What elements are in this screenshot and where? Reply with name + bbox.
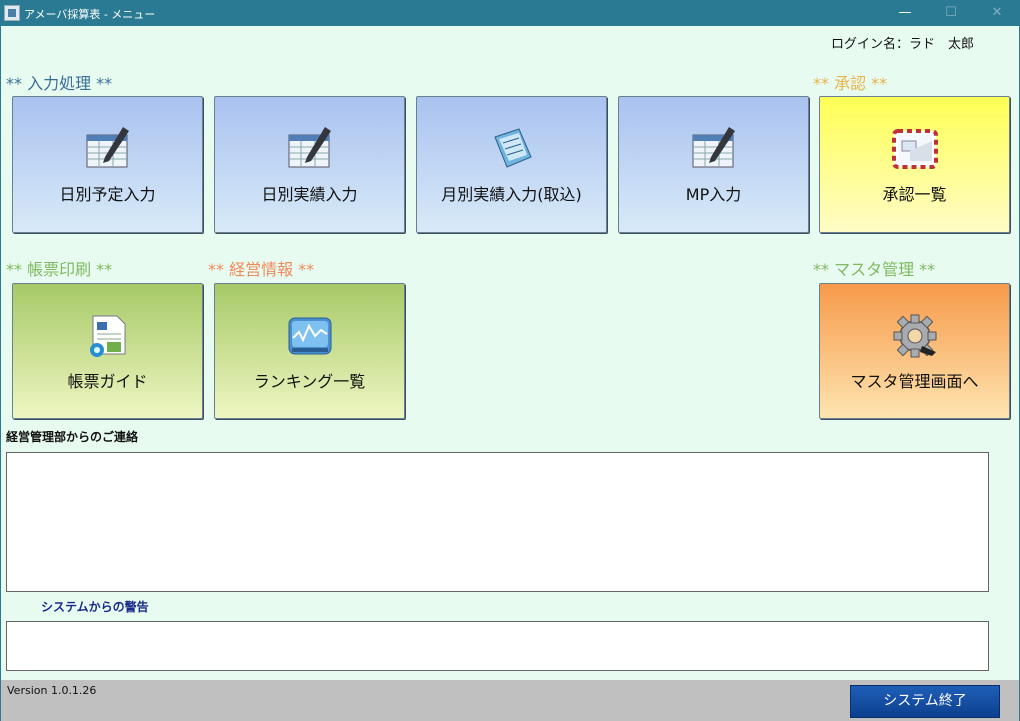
chart-graph-icon xyxy=(288,317,332,355)
minimize-button[interactable]: — xyxy=(882,0,928,26)
monthly-result-import-button[interactable]: 月別実績入力(取込) xyxy=(416,96,607,233)
close-button[interactable]: ✕ xyxy=(974,0,1020,26)
tile-label: 承認一覧 xyxy=(882,185,947,204)
tile-label: 帳票ガイド xyxy=(67,372,148,391)
login-name: ログイン名：ラド 太郎 xyxy=(831,37,975,52)
section-input-heading: ** 入力処理 ** xyxy=(6,74,113,93)
airmail-envelope-icon xyxy=(892,129,938,169)
main-panel: ログイン名：ラド 太郎 ** 入力処理 ** ** 承認 ** ** 帳票印刷 … xyxy=(1,26,1019,680)
messages-textbox[interactable] xyxy=(6,452,989,592)
exit-system-button[interactable]: システム終了 xyxy=(850,685,1000,718)
version-label: Version 1.0.1.26 xyxy=(7,684,97,697)
section-report-heading: ** 帳票印刷 ** xyxy=(6,260,113,279)
maximize-button[interactable]: ☐ xyxy=(928,0,974,26)
window-title: アメーバ採算表 - メニュー xyxy=(24,8,156,21)
section-mgmt-heading: ** 経営情報 ** xyxy=(208,260,315,279)
report-guide-button[interactable]: 帳票ガイド xyxy=(12,283,203,419)
warnings-textbox[interactable] xyxy=(6,621,989,671)
tile-label: 日別実績入力 xyxy=(261,185,358,204)
approval-list-button[interactable]: 承認一覧 xyxy=(819,96,1010,233)
tile-label: MP入力 xyxy=(685,185,742,204)
section-approve-heading: ** 承認 ** xyxy=(813,74,888,93)
document-import-icon xyxy=(494,128,532,168)
report-document-icon xyxy=(90,315,126,357)
section-master-heading: ** マスタ管理 ** xyxy=(813,260,936,279)
tile-label: 月別実績入力(取込) xyxy=(441,185,582,204)
tile-label: マスタ管理画面へ xyxy=(850,372,979,391)
mp-input-button[interactable]: MP入力 xyxy=(618,96,809,233)
daily-result-input-button[interactable]: 日別実績入力 xyxy=(214,96,405,233)
messages-label: 経営管理部からのご連絡 xyxy=(6,430,139,444)
spreadsheet-pencil-icon xyxy=(86,127,129,168)
spreadsheet-pencil-icon xyxy=(288,127,331,168)
gear-icon xyxy=(893,314,937,358)
warnings-label: システムからの警告 xyxy=(41,600,149,614)
ranking-list-button[interactable]: ランキング一覧 xyxy=(214,283,405,419)
master-management-button[interactable]: マスタ管理画面へ xyxy=(819,283,1010,419)
status-footer: Version 1.0.1.26 システム終了 xyxy=(1,680,1019,721)
app-icon xyxy=(4,5,20,21)
tile-label: 日別予定入力 xyxy=(59,185,156,204)
title-bar: アメーバ採算表 - メニュー — ☐ ✕ xyxy=(0,0,1020,26)
spreadsheet-pencil-icon xyxy=(692,127,735,168)
tile-label: ランキング一覧 xyxy=(253,372,366,391)
daily-plan-input-button[interactable]: 日別予定入力 xyxy=(12,96,203,233)
